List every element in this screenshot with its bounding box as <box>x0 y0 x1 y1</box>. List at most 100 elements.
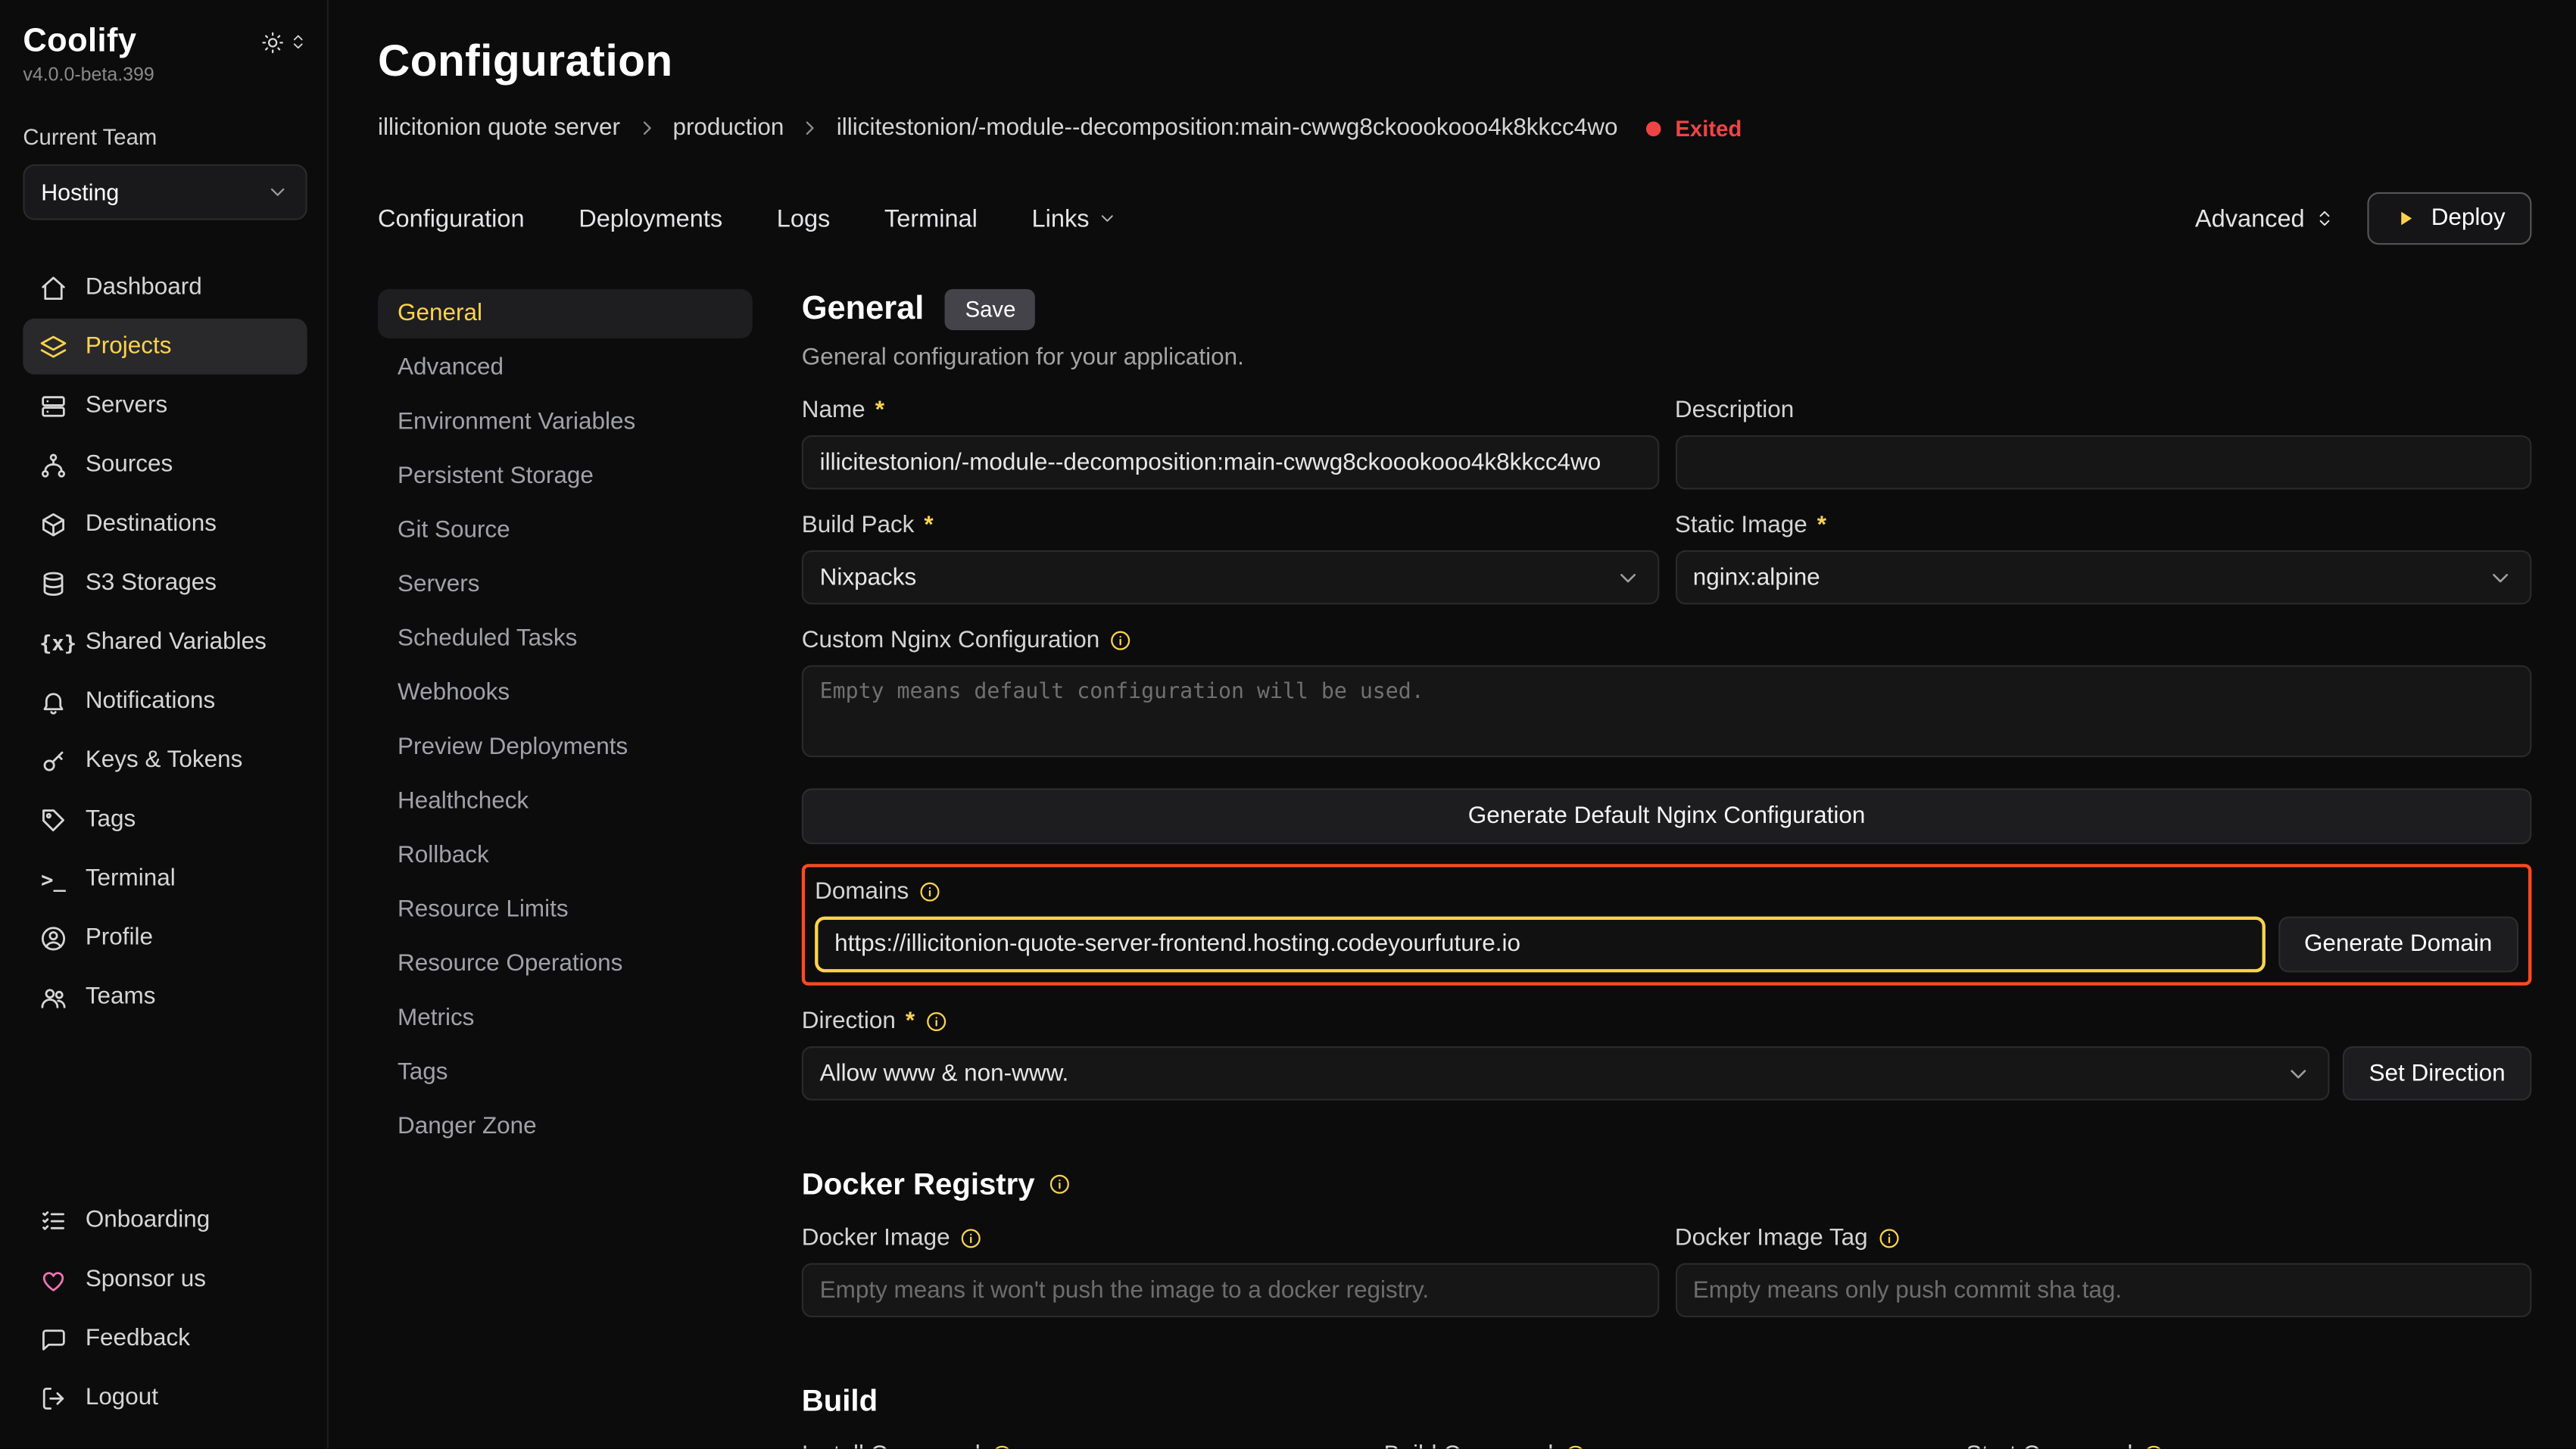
info-icon[interactable] <box>990 1444 1013 1449</box>
info-icon[interactable] <box>1878 1227 1901 1250</box>
subnav-item-preview-deployments[interactable]: Preview Deployments <box>378 723 753 772</box>
name-field: Name* <box>802 397 1658 489</box>
docker-image-input[interactable] <box>802 1263 1658 1317</box>
deploy-button[interactable]: Deploy <box>2367 192 2531 245</box>
subnav-item-git-source[interactable]: Git Source <box>378 506 753 555</box>
tab-deployments[interactable]: Deployments <box>579 204 722 232</box>
install-command-field: Install Command <box>802 1442 1368 1449</box>
set-direction-button[interactable]: Set Direction <box>2343 1046 2532 1101</box>
theme-toggle[interactable] <box>261 30 307 53</box>
subnav-item-resource-limits[interactable]: Resource Limits <box>378 885 753 934</box>
sidebar-item-label: Destinations <box>86 511 217 538</box>
sidebar-item-label: Dashboard <box>86 274 202 301</box>
chevron-down-icon <box>2487 564 2514 591</box>
subnav-item-general[interactable]: General <box>378 289 753 338</box>
domains-input[interactable] <box>815 917 2265 973</box>
team-select-value: Hosting <box>41 179 119 205</box>
info-icon[interactable] <box>960 1227 983 1250</box>
subnav-item-healthcheck[interactable]: Healthcheck <box>378 777 753 826</box>
direction-field: Direction* Allow www & non-www. <box>802 1008 2330 1100</box>
subnav-item-tags[interactable]: Tags <box>378 1048 753 1097</box>
build-command-label: Build Command <box>1384 1442 1950 1449</box>
sidebar-item-notifications[interactable]: Notifications <box>23 674 307 730</box>
section-title-general: General <box>802 291 925 329</box>
tab-configuration[interactable]: Configuration <box>378 204 525 232</box>
direction-select[interactable]: Allow www & non-www. <box>802 1046 2330 1101</box>
sidebar-item-profile[interactable]: Profile <box>23 910 307 966</box>
sun-icon <box>261 30 284 53</box>
sidebar-item-logout[interactable]: Logout <box>23 1370 307 1426</box>
info-icon[interactable] <box>925 1010 947 1033</box>
sidebar-item-label: Notifications <box>86 688 215 715</box>
info-icon[interactable] <box>1563 1444 1586 1449</box>
coolify-app: Coolify v4.0.0-beta.399 Current Team Hos… <box>0 0 2576 1449</box>
sidebar-item-shared-variables[interactable]: {x} Shared Variables <box>23 614 307 670</box>
main-content: Configuration illicitonion quote server … <box>329 0 2576 1449</box>
sidebar-item-feedback[interactable]: Feedback <box>23 1310 307 1366</box>
custom-nginx-field: Custom Nginx Configuration <box>802 628 2532 765</box>
sidebar-item-terminal[interactable]: >_ Terminal <box>23 851 307 907</box>
sidebar-item-teams[interactable]: Teams <box>23 969 307 1025</box>
docker-image-tag-input[interactable] <box>1675 1263 2531 1317</box>
box-icon <box>39 510 67 538</box>
tab-logs[interactable]: Logs <box>777 204 831 232</box>
status-dot <box>1645 120 1661 136</box>
sidebar-item-keys-tokens[interactable]: Keys & Tokens <box>23 733 307 789</box>
advanced-toggle[interactable]: Advanced <box>2195 204 2334 232</box>
sidebar-item-dashboard[interactable]: Dashboard <box>23 260 307 316</box>
docker-image-label: Docker Image <box>802 1226 1658 1252</box>
team-select[interactable]: Hosting <box>23 164 307 220</box>
key-icon <box>39 746 67 774</box>
sidebar-item-s3-storages[interactable]: S3 Storages <box>23 555 307 611</box>
sidebar-item-tags[interactable]: Tags <box>23 792 307 848</box>
breadcrumb-project[interactable]: illicitonion quote server <box>378 115 620 142</box>
required-marker: * <box>924 513 933 539</box>
sidebar-item-projects[interactable]: Projects <box>23 319 307 375</box>
custom-nginx-textarea[interactable] <box>802 665 2532 757</box>
description-label: Description <box>1675 397 2531 424</box>
info-icon[interactable] <box>1109 629 1132 652</box>
subnav-item-resource-operations[interactable]: Resource Operations <box>378 940 753 989</box>
chevron-down-icon <box>2285 1060 2312 1086</box>
sidebar-nav: Dashboard Projects Servers Sources Desti… <box>23 260 307 1025</box>
message-icon <box>39 1325 67 1353</box>
subnav-item-metrics[interactable]: Metrics <box>378 994 753 1043</box>
generate-domain-button[interactable]: Generate Domain <box>2278 917 2518 973</box>
start-command-field: Start Command <box>1966 1442 2531 1449</box>
description-input[interactable] <box>1675 435 2531 490</box>
save-button[interactable]: Save <box>946 289 1036 330</box>
sidebar-item-sponsor-us[interactable]: Sponsor us <box>23 1251 307 1307</box>
section-title-build: Build <box>802 1383 2532 1419</box>
direction-row: Direction* Allow www & non-www. Set Dire… <box>802 1008 2532 1100</box>
chevron-updown-icon <box>289 33 307 51</box>
subnav-item-environment-variables[interactable]: Environment Variables <box>378 397 753 447</box>
sidebar-item-label: Servers <box>86 393 167 419</box>
subnav-item-advanced[interactable]: Advanced <box>378 343 753 392</box>
breadcrumb-application[interactable]: illicitestonion/-module--decomposition:m… <box>837 115 1618 142</box>
static-image-select[interactable]: nginx:alpine <box>1675 550 2531 605</box>
database-icon <box>39 569 67 597</box>
subnav-item-rollback[interactable]: Rollback <box>378 831 753 880</box>
current-team-label: Current Team <box>23 125 307 150</box>
sidebar-item-sources[interactable]: Sources <box>23 437 307 493</box>
info-icon[interactable] <box>1048 1173 1071 1195</box>
breadcrumb-environment[interactable]: production <box>672 115 784 142</box>
subnav-item-scheduled-tasks[interactable]: Scheduled Tasks <box>378 614 753 663</box>
build-pack-select[interactable]: Nixpacks <box>802 550 1658 605</box>
logout-icon <box>39 1384 67 1412</box>
subnav-item-persistent-storage[interactable]: Persistent Storage <box>378 452 753 501</box>
subnav-item-danger-zone[interactable]: Danger Zone <box>378 1102 753 1151</box>
name-input[interactable] <box>802 435 1658 490</box>
subnav-item-servers[interactable]: Servers <box>378 560 753 609</box>
sidebar-item-onboarding[interactable]: Onboarding <box>23 1192 307 1248</box>
config-subnav: General Advanced Environment Variables P… <box>378 289 753 1151</box>
info-icon[interactable] <box>918 880 941 903</box>
sidebar-item-destinations[interactable]: Destinations <box>23 496 307 552</box>
subnav-item-webhooks[interactable]: Webhooks <box>378 668 753 718</box>
tab-links[interactable]: Links <box>1032 204 1118 232</box>
generate-nginx-button[interactable]: Generate Default Nginx Configuration <box>802 788 2532 844</box>
info-icon[interactable] <box>2143 1444 2166 1449</box>
sidebar-item-label: Logout <box>86 1385 158 1411</box>
sidebar-item-servers[interactable]: Servers <box>23 378 307 434</box>
tab-terminal[interactable]: Terminal <box>884 204 978 232</box>
